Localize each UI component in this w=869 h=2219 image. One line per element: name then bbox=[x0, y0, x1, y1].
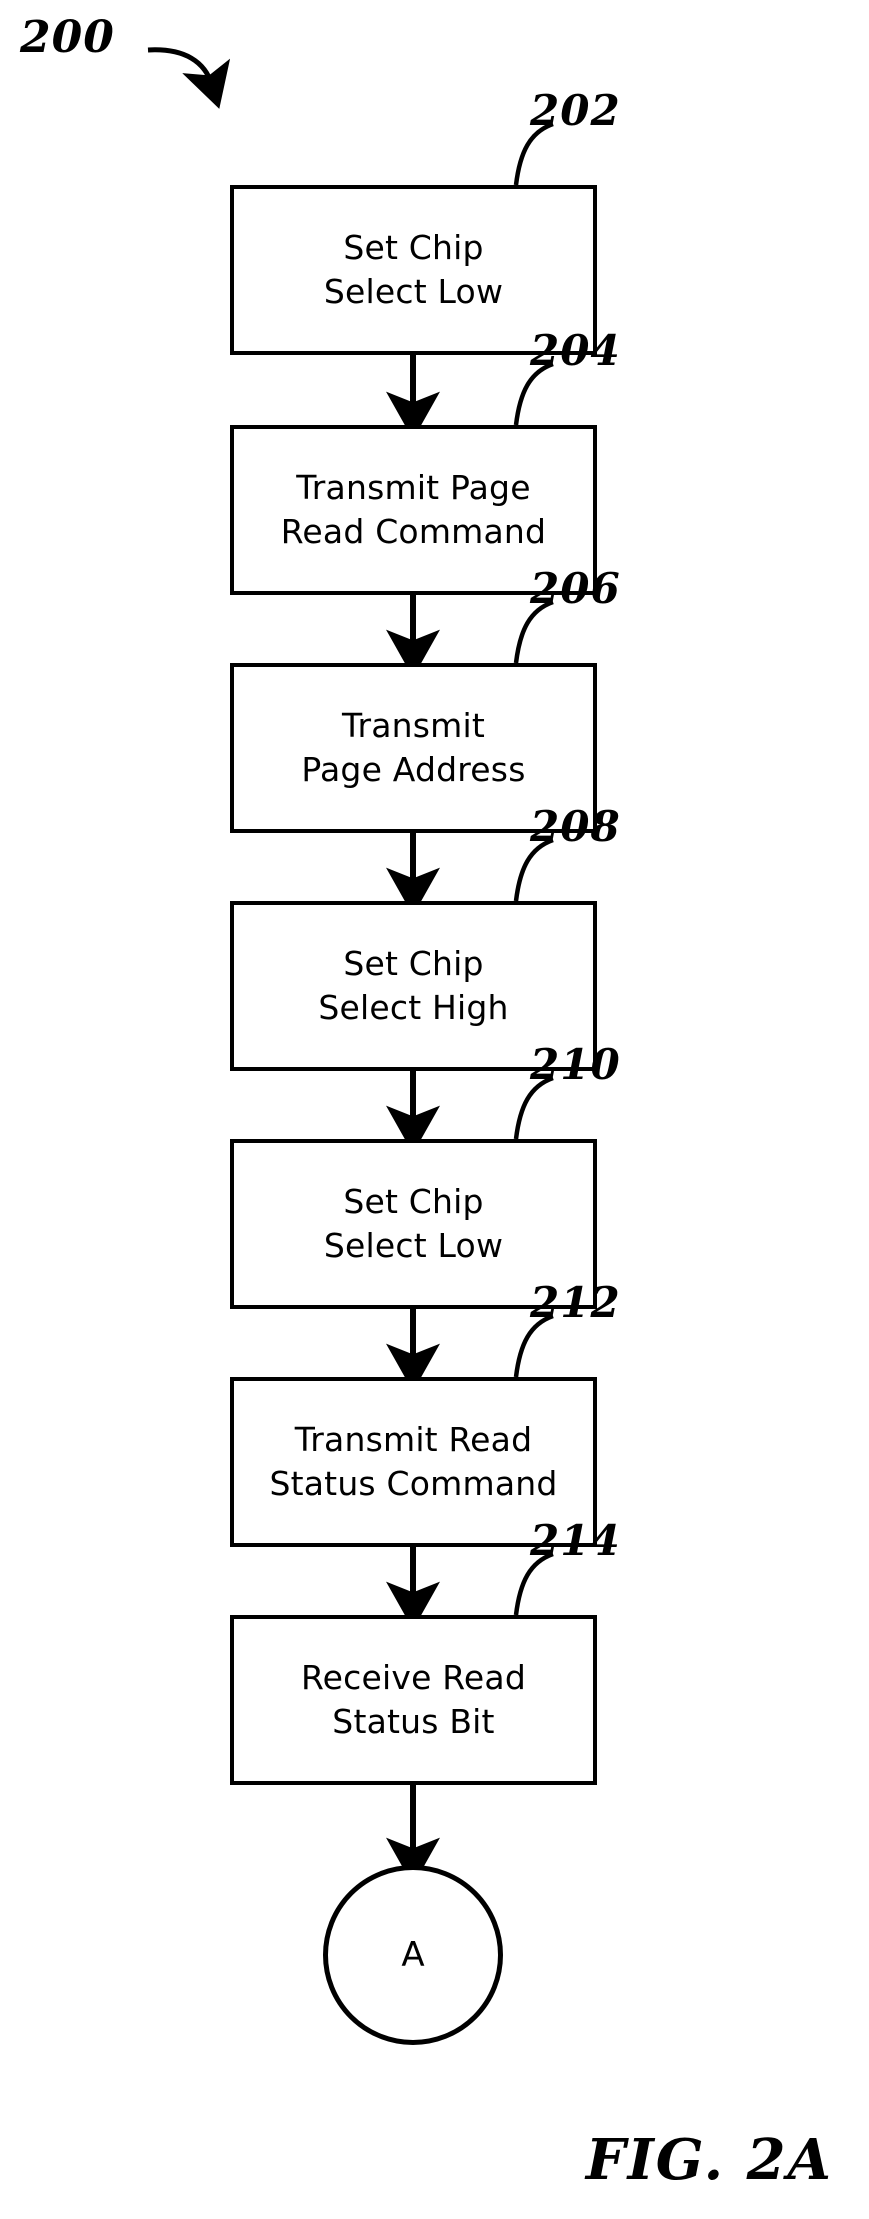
process-box-210-line-2: Select Low bbox=[323, 1226, 504, 1265]
process-box-204-line-1: Transmit Page bbox=[296, 468, 531, 507]
process-box-214: Receive Read Status Bit bbox=[230, 1615, 597, 1785]
process-box-202-line-2: Select Low bbox=[323, 272, 504, 311]
process-box-206-line-1: Transmit bbox=[341, 706, 486, 745]
process-box-214-line-2: Status Bit bbox=[332, 1702, 495, 1741]
reference-label-214: 214 bbox=[530, 1516, 621, 1565]
off-page-connector-a: A bbox=[323, 1865, 503, 2045]
figure-number-leader-arrow bbox=[147, 47, 231, 109]
connector-label: A bbox=[401, 1935, 425, 1975]
figure-caption: FIG. 2A bbox=[585, 2127, 833, 2193]
reference-label-208: 208 bbox=[530, 802, 621, 851]
reference-label-210: 210 bbox=[530, 1040, 621, 1089]
process-box-208-line-1: Set Chip bbox=[343, 944, 484, 983]
process-box-206-line-2: Page Address bbox=[301, 750, 526, 789]
process-box-212-line-2: Status Command bbox=[269, 1464, 558, 1503]
process-box-204-line-2: Read Command bbox=[280, 512, 547, 551]
process-box-208-line-2: Select High bbox=[318, 988, 509, 1027]
reference-label-202: 202 bbox=[530, 86, 621, 135]
process-box-212-line-1: Transmit Read bbox=[294, 1420, 533, 1459]
reference-label-206: 206 bbox=[530, 564, 621, 613]
reference-label-212: 212 bbox=[530, 1278, 621, 1327]
process-box-202-line-1: Set Chip bbox=[343, 228, 484, 267]
patent-figure-2a: 200 Set Chip Select Low 202 Transmit Pag… bbox=[0, 0, 869, 2219]
process-box-214-line-1: Receive Read bbox=[300, 1658, 526, 1697]
process-box-210-line-1: Set Chip bbox=[343, 1182, 484, 1221]
reference-label-204: 204 bbox=[530, 326, 621, 375]
